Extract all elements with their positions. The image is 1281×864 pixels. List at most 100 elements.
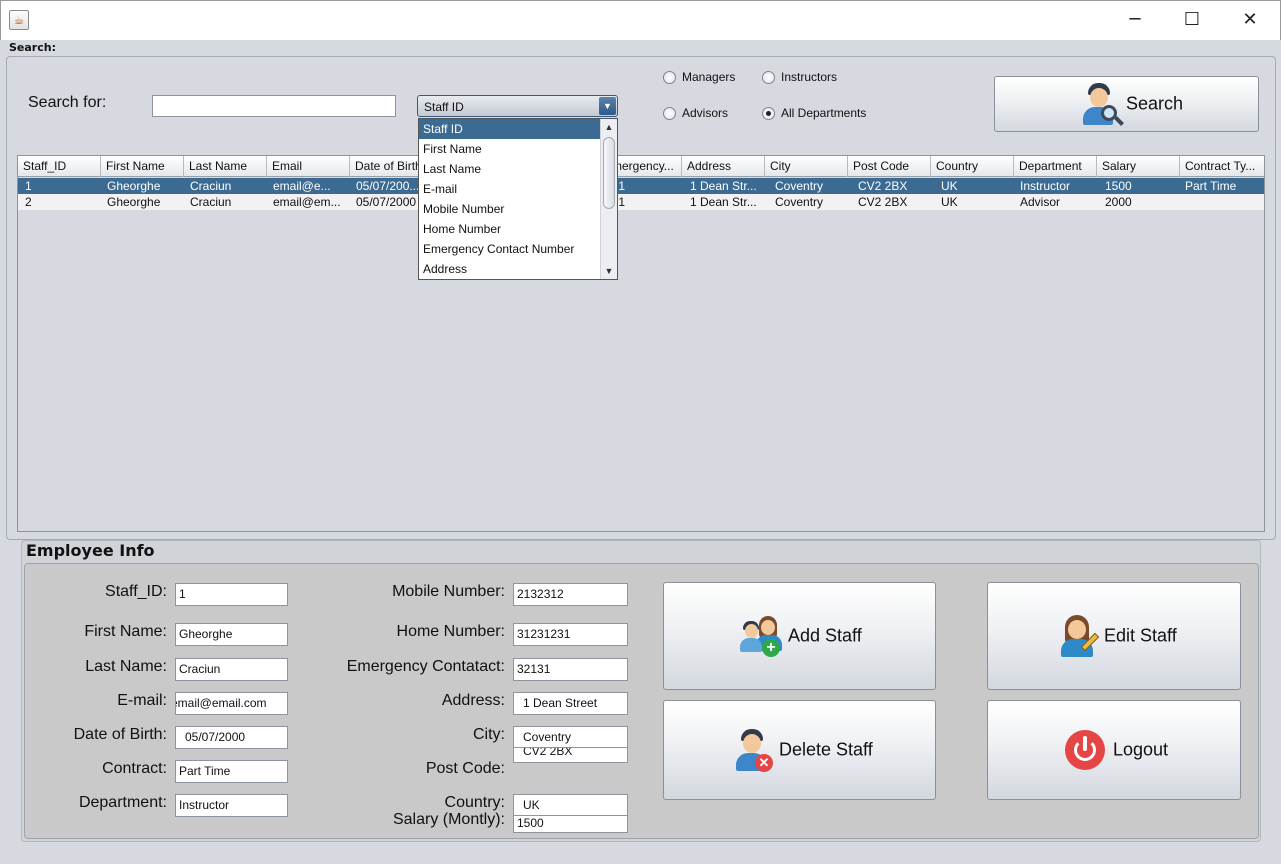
- combo-option-staff-id[interactable]: Staff ID: [419, 119, 602, 139]
- search-button[interactable]: Search: [994, 76, 1259, 132]
- dropdown-scrollbar[interactable]: ▲ ▼: [600, 119, 617, 279]
- table-cell: Advisor: [1020, 195, 1061, 209]
- delete-staff-button[interactable]: ✕ Delete Staff: [663, 700, 936, 800]
- scroll-down-icon[interactable]: ▼: [601, 263, 617, 279]
- maximize-button[interactable]: ☐: [1163, 0, 1221, 40]
- search-section-label: Search:: [9, 41, 56, 54]
- table-cell: Coventry: [775, 195, 824, 209]
- edit-user-icon: [1058, 615, 1102, 659]
- radio-label: Instructors: [781, 70, 838, 84]
- dob-field[interactable]: 05/07/2000: [175, 726, 288, 749]
- radio-advisors[interactable]: Advisors: [663, 106, 729, 121]
- power-icon: [1065, 730, 1105, 770]
- table-header-cell[interactable]: First Name: [101, 156, 184, 177]
- radio-checked-icon: [762, 107, 775, 121]
- chevron-down-icon[interactable]: ▼: [599, 97, 616, 115]
- table-cell: 1: [25, 179, 32, 193]
- label-mobile: Mobile Number:: [392, 583, 505, 600]
- table-cell: Craciun: [190, 179, 232, 193]
- radio-all-departments[interactable]: All Departments: [762, 106, 866, 121]
- table-cell: 1 Dean Str...: [690, 195, 757, 209]
- radio-managers[interactable]: Managers: [663, 70, 735, 85]
- search-button-label: Search: [1126, 93, 1184, 114]
- table-cell: 2000: [1105, 195, 1132, 209]
- table-header-cell[interactable]: City: [765, 156, 848, 177]
- label-country: Country:: [444, 794, 505, 811]
- email-field[interactable]: email@email.com: [175, 692, 288, 715]
- combo-option-address[interactable]: Address: [419, 259, 602, 279]
- add-staff-label: Add Staff: [788, 625, 862, 646]
- table-cell: 1 Dean Str...: [690, 179, 757, 193]
- table-row[interactable]: 2GheorgheCraciunemail@em...05/07/2000131…: [18, 194, 1264, 210]
- search-for-label: Search for:: [28, 94, 107, 111]
- table-cell: Gheorghe: [107, 179, 161, 193]
- label-emergency: Emergency Contatact:: [346, 658, 505, 675]
- add-staff-button[interactable]: + Add Staff: [663, 582, 936, 690]
- label-dob: Date of Birth:: [73, 726, 167, 743]
- radio-circle-icon: [663, 107, 676, 121]
- table-cell: CV2 2BX: [858, 179, 908, 193]
- contract-field[interactable]: Part Time: [175, 760, 288, 783]
- first-name-field[interactable]: Gheorghe: [175, 623, 288, 646]
- scroll-up-icon[interactable]: ▲: [601, 119, 617, 135]
- label-contract: Contract:: [102, 760, 167, 777]
- employee-info-title: Employee Info: [26, 541, 155, 560]
- table-header-cell[interactable]: Last Name: [184, 156, 267, 177]
- minimize-button[interactable]: ─: [1106, 0, 1164, 40]
- table-cell: Instructor: [1020, 179, 1071, 193]
- delete-staff-label: Delete Staff: [779, 739, 873, 760]
- table-header-cell[interactable]: Email: [267, 156, 350, 177]
- combo-option-email[interactable]: E-mail: [419, 179, 602, 199]
- scrollbar-thumb[interactable]: [603, 137, 615, 209]
- combo-dropdown-list: Staff ID First Name Last Name E-mail Mob…: [418, 118, 618, 280]
- table-header-cell[interactable]: Country: [931, 156, 1014, 177]
- table-header-cell[interactable]: Address: [682, 156, 765, 177]
- home-field[interactable]: 31231231: [513, 623, 628, 646]
- java-cup-icon: ☕: [9, 10, 29, 30]
- table-cell: email@em...: [273, 195, 341, 209]
- radio-label: Advisors: [682, 106, 729, 120]
- emergency-field[interactable]: 32131: [513, 658, 628, 681]
- combo-option-home-number[interactable]: Home Number: [419, 219, 602, 239]
- table-cell: 2: [25, 195, 32, 209]
- radio-instructors[interactable]: Instructors: [762, 70, 838, 85]
- table-row[interactable]: 1 Gheorghe Craciun email@e... 05/07/200... 1…: [18, 178, 1264, 194]
- table-cell: email@e...: [273, 179, 331, 193]
- combo-option-emergency-contact[interactable]: Emergency Contact Number: [419, 239, 602, 259]
- table-header-cell[interactable]: Department: [1014, 156, 1097, 177]
- combo-option-mobile-number[interactable]: Mobile Number: [419, 199, 602, 219]
- logout-button[interactable]: Logout: [987, 700, 1241, 800]
- logout-label: Logout: [1113, 739, 1169, 760]
- edit-staff-button[interactable]: Edit Staff: [987, 582, 1241, 690]
- label-city: City:: [473, 726, 505, 743]
- combo-option-first-name[interactable]: First Name: [419, 139, 602, 159]
- table-header: Staff_ID First Name Last Name Email Date of …: [18, 156, 1264, 177]
- city-field[interactable]: Coventry: [513, 726, 628, 748]
- table-cell: [1185, 194, 1264, 210]
- mobile-field[interactable]: 2132312: [513, 583, 628, 606]
- table-header-cell[interactable]: Post Code: [848, 156, 931, 177]
- staff-id-field[interactable]: 1: [175, 583, 288, 606]
- address-field[interactable]: 1 Dean Street: [513, 692, 628, 715]
- department-field[interactable]: Instructor: [175, 794, 288, 817]
- close-button[interactable]: ✕: [1221, 0, 1279, 40]
- table-cell: CV2 2BX: [858, 195, 908, 209]
- table-cell: Craciun: [190, 195, 232, 209]
- label-email: E-mail:: [117, 692, 167, 709]
- search-input[interactable]: [152, 95, 396, 117]
- table-header-cell[interactable]: Salary: [1097, 156, 1180, 177]
- label-last-name: Last Name:: [85, 658, 167, 675]
- table-header-cell[interactable]: Contract Ty...: [1180, 156, 1264, 177]
- table-header-cell[interactable]: Staff_ID: [18, 156, 101, 177]
- label-salary: Salary (Montly):: [392, 811, 505, 828]
- country-field[interactable]: UK: [513, 794, 628, 817]
- salary-field[interactable]: 1500: [513, 815, 628, 833]
- radio-circle-icon: [762, 71, 775, 85]
- last-name-field[interactable]: Craciun: [175, 658, 288, 681]
- combo-selected-value: Staff ID: [424, 100, 464, 114]
- search-field-combo[interactable]: Staff ID ▼: [417, 95, 618, 117]
- radio-circle-icon: [663, 71, 676, 85]
- label-department: Department:: [78, 794, 167, 811]
- title-bar: [0, 0, 1281, 40]
- combo-option-last-name[interactable]: Last Name: [419, 159, 602, 179]
